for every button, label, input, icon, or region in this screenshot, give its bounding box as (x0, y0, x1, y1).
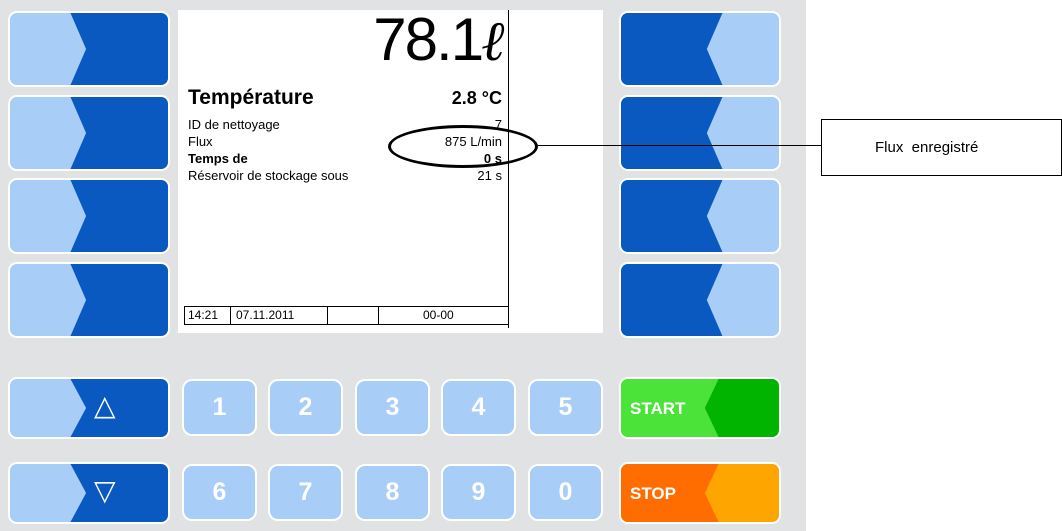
left-softkey-3[interactable] (8, 178, 170, 254)
left-chevron-icon (621, 13, 779, 85)
key-background (10, 464, 168, 522)
right-softkey-3[interactable] (619, 178, 781, 254)
volume-unit: ℓ (482, 8, 506, 74)
digit-key-7[interactable]: 7 (268, 464, 343, 521)
digit-key-8[interactable]: 8 (355, 464, 430, 521)
storage-tank-row: Réservoir de stockage sous 21 s (188, 168, 502, 184)
row-label: Flux (188, 134, 213, 149)
volume-value: 78.1 (373, 6, 484, 73)
status-bar: 14:21 07.11.2011 00-00 (184, 306, 508, 325)
left-chevron-icon (621, 180, 779, 252)
row-label: Réservoir de stockage sous (188, 168, 349, 183)
right-softkey-4[interactable] (619, 262, 781, 338)
status-time: 14:21 (184, 307, 230, 324)
digit-key-3[interactable]: 3 (355, 379, 430, 436)
right-chevron-icon (10, 13, 168, 85)
status-code: 00-00 (378, 307, 508, 324)
up-arrow-button[interactable]: △ (8, 377, 170, 439)
start-label: START (630, 399, 686, 418)
down-arrow-icon: ▽ (94, 474, 116, 507)
down-arrow-button[interactable]: ▽ (8, 462, 170, 524)
row-label: ID de nettoyage (188, 117, 280, 132)
callout-leader-line (538, 145, 821, 146)
digit-key-2[interactable]: 2 (268, 379, 343, 436)
left-chevron-icon (621, 264, 779, 336)
left-softkey-1[interactable] (8, 11, 170, 87)
right-chevron-icon (10, 264, 168, 336)
temperature-row: Température 2.8 °C (188, 86, 502, 110)
digit-key-1[interactable]: 1 (182, 379, 257, 436)
device-panel: 78.1ℓ Température 2.8 °C ID de nettoyage… (0, 0, 806, 531)
start-button[interactable]: START (619, 377, 781, 439)
digit-key-9[interactable]: 9 (441, 464, 516, 521)
volume-readout: 78.1ℓ (373, 4, 506, 77)
temperature-value: 2.8 °C (451, 88, 502, 108)
row-label: Temps de (188, 151, 248, 166)
up-arrow-icon: △ (94, 389, 116, 422)
right-chevron-icon (10, 180, 168, 252)
digit-key-4[interactable]: 4 (441, 379, 516, 436)
digit-key-5[interactable]: 5 (528, 379, 603, 436)
callout-box: Flux enregistré (821, 119, 1062, 176)
lcd-content: 78.1ℓ Température 2.8 °C ID de nettoyage… (184, 6, 509, 328)
key-background (10, 379, 168, 437)
callout-highlight-oval (388, 125, 538, 168)
stop-button[interactable]: STOP (619, 462, 781, 524)
status-date: 07.11.2011 (230, 307, 328, 324)
right-chevron-icon (10, 97, 168, 169)
row-value: 21 s (477, 168, 502, 183)
left-softkey-4[interactable] (8, 262, 170, 338)
callout-text: Flux enregistré (875, 139, 979, 156)
right-softkey-1[interactable] (619, 11, 781, 87)
digit-key-6[interactable]: 6 (182, 464, 257, 521)
temperature-label: Température (188, 86, 314, 109)
stop-label: STOP (630, 484, 676, 503)
right-softkey-2[interactable] (619, 95, 781, 171)
left-chevron-icon (621, 97, 779, 169)
left-softkey-2[interactable] (8, 95, 170, 171)
lcd-screen: 78.1ℓ Température 2.8 °C ID de nettoyage… (178, 6, 603, 333)
digit-key-0[interactable]: 0 (528, 464, 603, 521)
